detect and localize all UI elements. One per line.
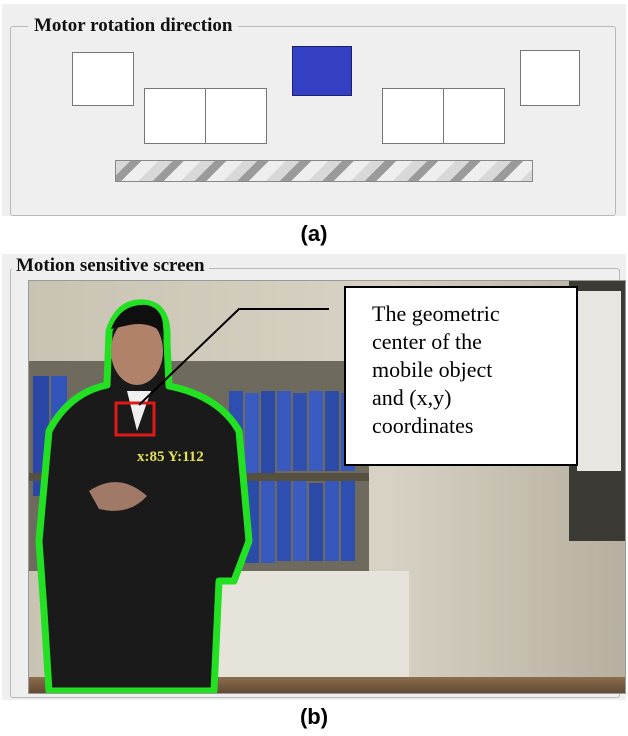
indicator-right-2: [443, 88, 505, 144]
motor-rotation-group: Motor rotation direction: [2, 4, 626, 216]
indicator-far-left: [72, 52, 134, 106]
coordinate-label: x:85 Y:112: [137, 449, 204, 465]
caption-a: (a): [300, 221, 328, 246]
indicator-left-1: [205, 88, 267, 144]
indicator-right-1: [382, 88, 444, 144]
motor-track-rail: [115, 160, 533, 182]
callout-line-5: coordinates: [372, 413, 474, 438]
indicator-left-2: [144, 88, 206, 144]
callout-line-1: The geometric: [372, 301, 500, 326]
wall-paper: [577, 291, 621, 471]
motor-rotation-legend: Motor rotation direction: [28, 14, 239, 38]
caption-b: (b): [299, 704, 329, 729]
callout-box: The geometric center of the mobile objec…: [344, 286, 578, 466]
cabinet: [209, 571, 409, 681]
callout-line-2: center of the: [372, 329, 482, 354]
callout-line-3: mobile object: [372, 357, 493, 382]
callout-line-4: and (x,y): [372, 385, 452, 410]
indicator-center: [292, 46, 352, 96]
indicator-far-right: [520, 50, 580, 106]
motion-screen-legend: Motion sensitive screen: [12, 254, 209, 278]
